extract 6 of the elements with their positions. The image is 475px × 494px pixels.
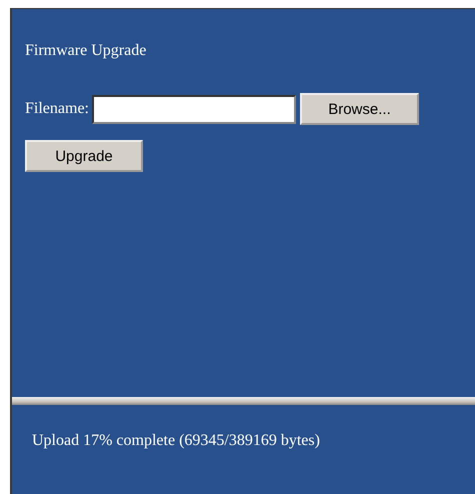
browse-button[interactable]: Browse... <box>300 93 419 125</box>
upgrade-button[interactable]: Upgrade <box>25 140 143 172</box>
status-message: Upload 17% complete (69345/389169 bytes) <box>32 432 321 450</box>
filename-field[interactable] <box>92 94 296 124</box>
panel-title: Firmware Upgrade <box>25 42 148 60</box>
filename-label: Filename: <box>25 100 89 118</box>
